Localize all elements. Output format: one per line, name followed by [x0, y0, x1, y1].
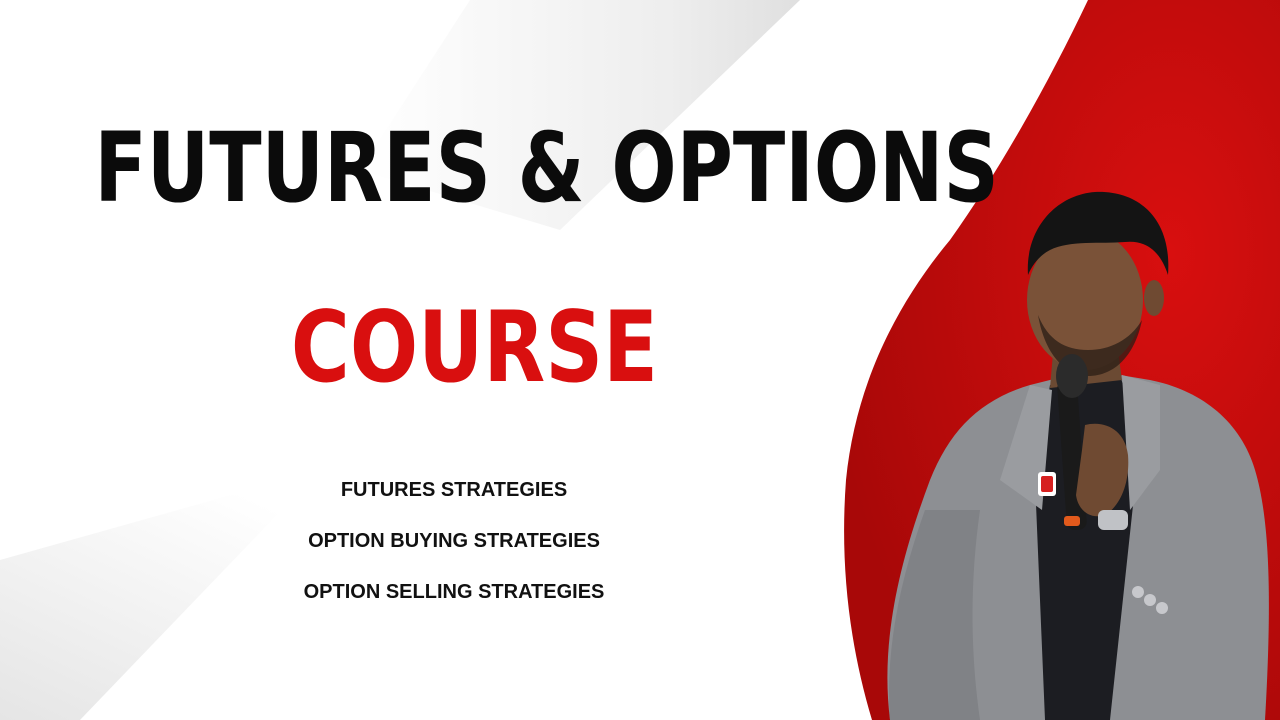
topic-item-futures-strategies: FUTURES STRATEGIES: [340, 479, 568, 501]
microphone-tip: [1064, 516, 1080, 526]
title-line-2: COURSE: [290, 291, 659, 405]
suit-shadow: [889, 510, 980, 720]
topic-list: FUTURES STRATEGIES OPTION BUYING STRATEG…: [254, 474, 654, 627]
presenter-photo: [887, 191, 1269, 720]
wrist-watch: [1098, 510, 1128, 530]
thumbnail-canvas: FUTURES & OPTIONS COURSE FUTURES STRATEG…: [0, 0, 1280, 720]
topic-item-option-selling: OPTION SELLING STRATEGIES: [303, 581, 605, 603]
sleeve-button: [1132, 586, 1144, 598]
microphone-head: [1056, 354, 1088, 398]
topic-item-option-buying: OPTION BUYING STRATEGIES: [308, 530, 600, 552]
ear: [1144, 280, 1164, 316]
title-line-1: FUTURES & OPTIONS: [94, 112, 999, 224]
